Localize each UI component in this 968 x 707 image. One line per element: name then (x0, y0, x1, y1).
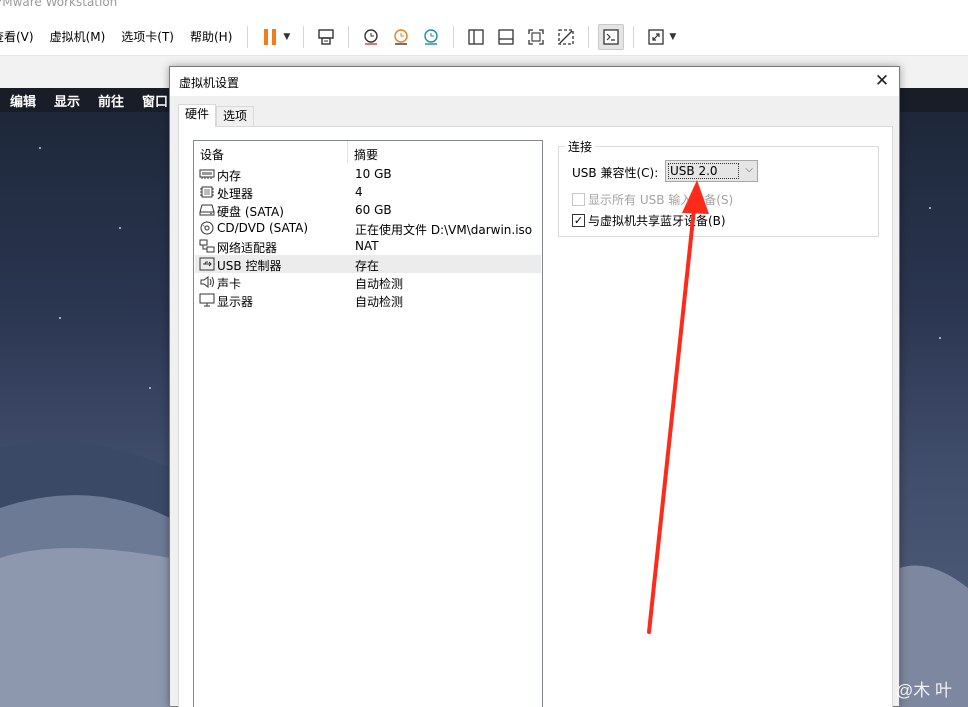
app-toolbar: 查看(V) 虚拟机(M) 选项卡(T) 帮助(H) ▼ ▼ (0, 18, 968, 56)
usb-compatibility-value: USB 2.0 (668, 163, 739, 179)
close-icon[interactable]: ✕ (871, 70, 893, 92)
cd-dvd-icon (200, 221, 214, 235)
menu-help[interactable]: 帮助(H) (182, 18, 240, 56)
pause-button[interactable] (257, 24, 283, 50)
device-row-network-adapter[interactable]: 网络适配器 NAT (195, 237, 541, 255)
show-all-usb-checkbox[interactable] (572, 193, 585, 206)
toolbar-separator (633, 25, 635, 48)
hard-disk-icon (199, 204, 215, 216)
guest-menu-go[interactable]: 前往 (98, 91, 124, 110)
watermark: CSDN @木 叶 (843, 681, 952, 700)
toolbar-separator (588, 25, 590, 48)
device-row-cd-dvd[interactable]: CD/DVD (SATA) 正在使用文件 D:\VM\darwin.iso (195, 219, 541, 237)
fullscreen-icon (528, 28, 544, 45)
send-keys-icon (318, 28, 335, 45)
sidebar-layout-icon (468, 28, 484, 45)
fullscreen-button[interactable] (523, 24, 549, 50)
display-icon (199, 293, 215, 307)
dialog-tabs: 硬件 选项 (178, 104, 255, 127)
toolbar-separator (303, 25, 305, 48)
console-icon (603, 28, 619, 45)
show-all-usb-checkbox-row: 显示所有 USB 输入设备(S) (572, 191, 733, 208)
show-thumbnail-button[interactable] (493, 24, 519, 50)
column-header-device[interactable]: 设备 (200, 146, 224, 163)
share-bluetooth-checkbox-row: ✓ 与虚拟机共享蓝牙设备(B) (572, 212, 726, 229)
device-name: 处理器 (217, 187, 254, 201)
device-summary: 4 (355, 185, 363, 199)
snapshot-button[interactable] (358, 24, 384, 50)
cpu-icon (200, 186, 214, 198)
device-name: 网络适配器 (217, 241, 278, 255)
stretch-icon (648, 28, 664, 45)
device-summary: 自动检测 (355, 277, 404, 291)
device-row-memory[interactable]: 内存 10 GB (195, 165, 541, 183)
device-name: CD/DVD (SATA) (217, 221, 309, 235)
device-summary: 10 GB (355, 167, 392, 181)
share-bluetooth-checkbox[interactable]: ✓ (572, 214, 585, 227)
usb-compatibility-select[interactable]: USB 2.0 ⌵ (665, 160, 758, 182)
snapshot-icon (364, 28, 379, 45)
revert-snapshot-icon (394, 28, 409, 45)
device-name: 显示器 (217, 295, 254, 309)
device-summary: 自动检测 (355, 295, 404, 309)
tab-hardware[interactable]: 硬件 (178, 104, 217, 127)
share-bluetooth-label: 与虚拟机共享蓝牙设备(B) (588, 214, 726, 228)
device-name: 内存 (217, 169, 242, 183)
dialog-titlebar: 虚拟机设置 ✕ (170, 67, 899, 96)
guest-menu-edit[interactable]: 编辑 (10, 91, 36, 110)
device-list-header: 设备 摘要 (194, 141, 542, 163)
device-summary: 正在使用文件 D:\VM\darwin.iso (355, 223, 533, 237)
menu-vm[interactable]: 虚拟机(M) (42, 18, 114, 56)
unity-button[interactable] (553, 24, 579, 50)
memory-icon (199, 169, 215, 179)
console-view-button[interactable] (598, 23, 625, 50)
device-row-usb-controller[interactable]: USB 控制器 存在 (195, 255, 541, 273)
device-name: 硬盘 (SATA) (217, 205, 284, 219)
device-row-sound-card[interactable]: 声卡 自动检测 (195, 273, 541, 291)
app-title-text: VMware Workstation (0, 0, 118, 9)
device-summary: 60 GB (355, 203, 392, 217)
device-summary: NAT (355, 239, 379, 253)
vm-settings-dialog: 虚拟机设置 ✕ 硬件 选项 设备 摘要 内存 10 GB 处理器 4 硬盘 (S… (169, 66, 900, 707)
thumbnail-layout-icon (498, 28, 514, 45)
guest-menu-window[interactable]: 窗口 (142, 91, 168, 110)
usb-icon (199, 257, 215, 271)
sound-icon (200, 276, 214, 288)
connection-legend: 连接 (565, 138, 596, 155)
snapshot-manager-icon (424, 28, 439, 45)
snapshot-manager-button[interactable] (418, 24, 444, 50)
pause-icon (264, 28, 277, 45)
menu-view[interactable]: 查看(V) (0, 18, 42, 56)
connection-group: 连接 USB 兼容性(C): USB 2.0 ⌵ 显示所有 USB 输入设备(S… (558, 138, 879, 237)
pause-dropdown-icon[interactable]: ▼ (283, 32, 290, 42)
stretch-dropdown-icon[interactable]: ▼ (669, 32, 676, 42)
menu-tabs[interactable]: 选项卡(T) (113, 18, 182, 56)
toolbar-separator (453, 25, 455, 48)
column-divider[interactable] (347, 141, 348, 163)
app-title: VMware Workstation (0, 0, 968, 18)
tab-options[interactable]: 选项 (216, 106, 255, 127)
device-summary: 存在 (355, 259, 380, 273)
device-list[interactable]: 设备 摘要 内存 10 GB 处理器 4 硬盘 (SATA) 60 GB CD/… (193, 140, 543, 707)
device-name: 声卡 (217, 277, 242, 291)
device-row-processor[interactable]: 处理器 4 (195, 183, 541, 201)
device-name: USB 控制器 (217, 259, 282, 273)
stretch-guest-button[interactable] (643, 24, 669, 50)
toolbar-separator (247, 25, 249, 48)
network-adapter-icon (199, 239, 215, 253)
toolbar-separator (348, 25, 350, 48)
hardware-tab-panel: 设备 摘要 内存 10 GB 处理器 4 硬盘 (SATA) 60 GB CD/… (178, 126, 893, 707)
revert-snapshot-button[interactable] (388, 24, 414, 50)
guest-menu-view[interactable]: 显示 (54, 91, 80, 110)
unity-icon (558, 28, 574, 45)
show-library-button[interactable] (463, 24, 489, 50)
dialog-title: 虚拟机设置 (179, 76, 240, 90)
device-row-display[interactable]: 显示器 自动检测 (195, 291, 541, 309)
send-ctrl-alt-del-button[interactable] (313, 24, 339, 50)
show-all-usb-label: 显示所有 USB 输入设备(S) (588, 193, 734, 207)
usb-compatibility-label: USB 兼容性(C): (572, 166, 659, 180)
device-row-hard-disk[interactable]: 硬盘 (SATA) 60 GB (195, 201, 541, 219)
column-header-summary[interactable]: 摘要 (354, 146, 378, 163)
chevron-down-icon[interactable]: ⌵ (745, 164, 753, 175)
